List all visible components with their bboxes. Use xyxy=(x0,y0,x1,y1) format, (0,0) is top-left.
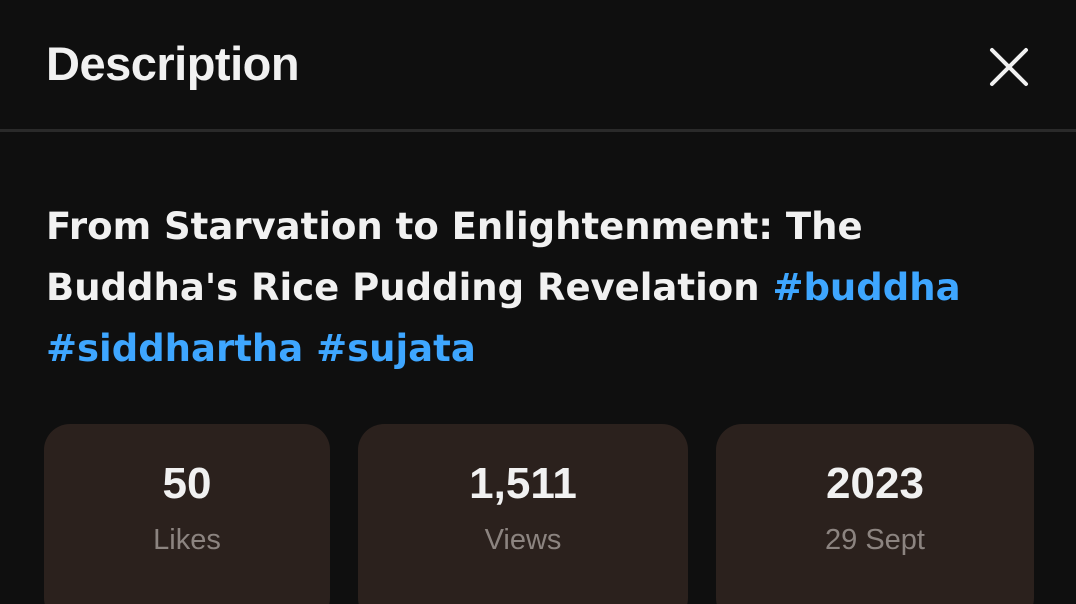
video-stats: 50 Likes 1,511 Views 2023 29 Sept xyxy=(44,424,1034,604)
description-panel: Description From Starvation to Enlighten… xyxy=(0,0,1076,604)
close-icon xyxy=(989,47,1029,87)
views-stat: 1,511 Views xyxy=(358,424,688,604)
upload-date-stat: 2023 29 Sept xyxy=(716,424,1034,604)
likes-stat: 50 Likes xyxy=(44,424,330,604)
hashtag-link[interactable]: #sujata xyxy=(316,327,476,370)
hashtag-link[interactable]: #siddhartha xyxy=(46,327,303,370)
description-header: Description xyxy=(0,0,1076,132)
video-title: From Starvation to Enlightenment: The Bu… xyxy=(46,196,1036,379)
upload-year: 2023 xyxy=(826,459,924,508)
views-label: Views xyxy=(484,524,562,556)
views-count: 1,511 xyxy=(469,459,577,508)
likes-count: 50 xyxy=(162,459,212,508)
panel-title: Description xyxy=(46,37,300,90)
upload-day-month: 29 Sept xyxy=(825,524,925,556)
close-button[interactable] xyxy=(976,34,1042,100)
likes-label: Likes xyxy=(153,524,221,556)
video-title-text: From Starvation to Enlightenment: The Bu… xyxy=(46,205,863,309)
hashtag-link[interactable]: #buddha xyxy=(772,266,960,309)
